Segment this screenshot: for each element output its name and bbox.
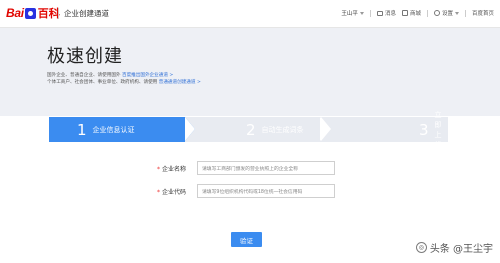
hero-banner: 极速创建 国外企业、普通自企业、请使用国外 百度推出国外企业通道 > 个体工商户… bbox=[0, 28, 500, 116]
baidu-home-link[interactable]: 百度首页 bbox=[472, 9, 494, 17]
divider bbox=[58, 8, 59, 19]
hero-note-1: 国外企业、普通自企业、请使用国外 百度推出国外企业通道 > bbox=[47, 72, 173, 78]
overseas-channel-link[interactable]: 百度推出国外企业通道 > bbox=[122, 73, 173, 78]
chevron-down-icon bbox=[359, 11, 364, 15]
progress-steps: 1 企业信息认证 2 自动生成词条 3 立即上线 bbox=[49, 111, 448, 149]
user-name: 王山平 bbox=[341, 11, 358, 17]
step-number: 1 bbox=[77, 120, 87, 139]
company-name-label-text: 企业名称 bbox=[162, 166, 187, 173]
company-code-input[interactable]: 请填写9位组织机构代码或18位统一社会信用码 bbox=[197, 184, 335, 198]
company-code-placeholder: 请填写9位组织机构代码或18位统一社会信用码 bbox=[202, 189, 303, 195]
divider bbox=[369, 9, 371, 17]
divider bbox=[426, 9, 428, 17]
company-name-label: * 企业名称 bbox=[157, 164, 186, 173]
step-3: 3 立即上线 bbox=[321, 111, 448, 149]
watermark: ◎ 头条 @王尘宇 bbox=[415, 240, 493, 255]
baidu-home-label: 百度首页 bbox=[471, 11, 494, 17]
baidu-logo[interactable]: Bai 百科 bbox=[6, 6, 60, 20]
logo-text-bai: Bai bbox=[6, 6, 24, 20]
paw-icon bbox=[24, 7, 36, 19]
logo-text-du: 百科 bbox=[37, 8, 60, 20]
step-1-active: 1 企业信息认证 bbox=[49, 117, 195, 142]
required-marker: * bbox=[157, 189, 160, 196]
message-icon bbox=[376, 10, 383, 16]
company-code-label: * 企业代码 bbox=[157, 187, 186, 196]
top-bar: Bai 百科 企业创建通道 王山平 消息 商城 设置 百度首页 bbox=[0, 0, 500, 28]
hero-note-2-text: 个体工商户、社会团体、事业单位、政府机构、请使用 bbox=[47, 80, 158, 85]
step-number: 3 bbox=[419, 120, 429, 139]
settings-label: 设置 bbox=[441, 11, 453, 17]
divider bbox=[464, 9, 466, 17]
step-label: 自动生成词条 bbox=[261, 125, 304, 134]
gear-icon bbox=[433, 10, 440, 16]
top-right-nav: 王山平 消息 商城 设置 百度首页 bbox=[335, 9, 494, 17]
shop-icon bbox=[401, 10, 408, 16]
step-number: 2 bbox=[246, 120, 256, 139]
step-label: 企业信息认证 bbox=[92, 125, 135, 134]
company-name-placeholder: 请填写工商部门颁发的营业执照上的企业全称 bbox=[202, 166, 298, 172]
watermark-text: 头条 @王尘宇 bbox=[429, 244, 493, 255]
settings-menu[interactable]: 设置 bbox=[433, 9, 459, 17]
messages-label: 消息 bbox=[384, 11, 396, 17]
user-menu[interactable]: 王山平 bbox=[341, 9, 364, 17]
step-label: 立即上线 bbox=[434, 110, 442, 149]
hero-note-1-text: 国外企业、普通自企业、请使用国外 bbox=[47, 73, 121, 78]
company-code-label-text: 企业代码 bbox=[162, 189, 187, 196]
page-title: 极速创建 bbox=[47, 46, 123, 67]
toutiao-icon: ◎ bbox=[415, 242, 427, 253]
company-name-input[interactable]: 请填写工商部门颁发的营业执照上的企业全称 bbox=[197, 161, 335, 175]
normal-channel-link[interactable]: 普通通道创建通道 > bbox=[159, 80, 201, 85]
hero-note-2: 个体工商户、社会团体、事业单位、政府机构、请使用 普通通道创建通道 > bbox=[47, 79, 201, 85]
verify-button[interactable]: 验证 bbox=[231, 232, 262, 247]
chevron-down-icon bbox=[454, 11, 459, 15]
page-channel-title: 企业创建通道 bbox=[64, 9, 109, 18]
required-marker: * bbox=[157, 166, 160, 173]
step-2: 2 自动生成词条 bbox=[185, 117, 330, 142]
messages-link[interactable]: 消息 bbox=[376, 9, 396, 17]
shop-link[interactable]: 商城 bbox=[401, 9, 421, 17]
shop-label: 商城 bbox=[409, 11, 421, 17]
